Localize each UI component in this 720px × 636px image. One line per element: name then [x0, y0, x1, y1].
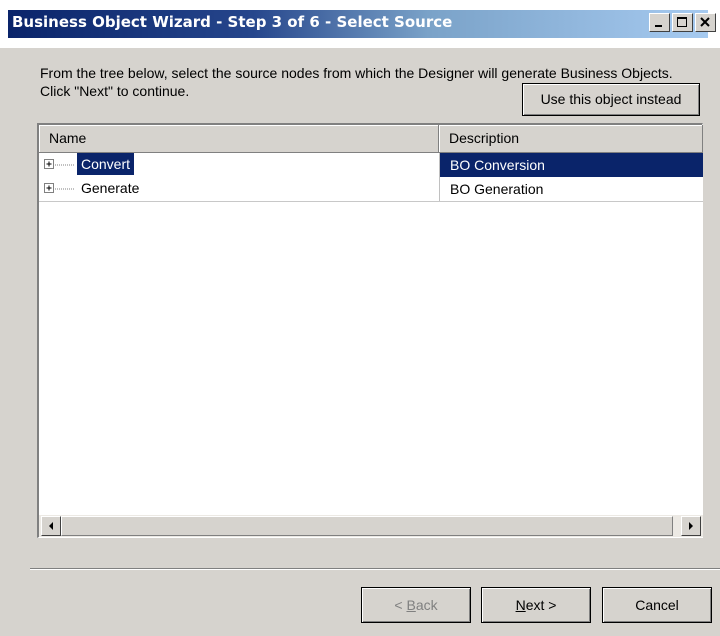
scrollbar-thumb[interactable]: [61, 516, 673, 536]
minimize-icon: [655, 25, 662, 27]
scroll-right-button[interactable]: [681, 516, 701, 536]
maximize-icon: [677, 17, 687, 27]
next-rest: ext >: [525, 597, 557, 613]
back-accelerator: B: [406, 597, 416, 613]
back-prefix: <: [394, 597, 407, 613]
name-cell: Generate: [39, 177, 439, 201]
use-this-object-button[interactable]: Use this object instead: [522, 83, 700, 116]
window-title: Business Object Wizard - Step 3 of 6 - S…: [12, 13, 453, 31]
close-button[interactable]: [695, 13, 716, 32]
next-accelerator: N: [515, 597, 526, 613]
description-cell: BO Generation: [439, 177, 703, 201]
description-cell: BO Conversion: [439, 153, 703, 177]
tree-node-label: Convert: [77, 153, 135, 175]
title-bar[interactable]: Business Object Wizard - Step 3 of 6 - S…: [0, 0, 720, 48]
name-cell: Convert: [39, 153, 439, 177]
cancel-button[interactable]: Cancel: [602, 587, 712, 623]
tree-node-label: Generate: [81, 180, 140, 196]
back-button[interactable]: < Back: [361, 587, 471, 623]
scroll-left-button[interactable]: [41, 516, 61, 536]
horizontal-scrollbar[interactable]: [39, 515, 703, 537]
list-header: Name Description: [39, 125, 703, 153]
source-tree-list[interactable]: Name Description Convert BO Conversion G…: [37, 123, 703, 538]
expand-plus-icon[interactable]: [44, 159, 55, 170]
window-controls: [649, 13, 716, 32]
arrow-left-icon: [49, 522, 53, 530]
tree-row-generate[interactable]: Generate BO Generation: [39, 177, 703, 201]
minimize-button[interactable]: [649, 13, 670, 32]
back-rest: ack: [415, 597, 438, 613]
tree-connector-line: [55, 164, 75, 166]
expand-plus-icon[interactable]: [44, 183, 55, 194]
close-icon: [700, 17, 710, 27]
row-divider: [39, 201, 703, 202]
wizard-window: Business Object Wizard - Step 3 of 6 - S…: [0, 0, 720, 636]
tree-row-convert[interactable]: Convert BO Conversion: [39, 153, 703, 177]
maximize-button[interactable]: [672, 13, 693, 32]
column-header-name[interactable]: Name: [39, 125, 439, 152]
arrow-right-icon: [689, 522, 693, 530]
column-header-description[interactable]: Description: [439, 125, 703, 152]
tree-connector-line: [55, 188, 75, 190]
next-button[interactable]: Next >: [481, 587, 591, 623]
separator-line: [30, 568, 720, 570]
